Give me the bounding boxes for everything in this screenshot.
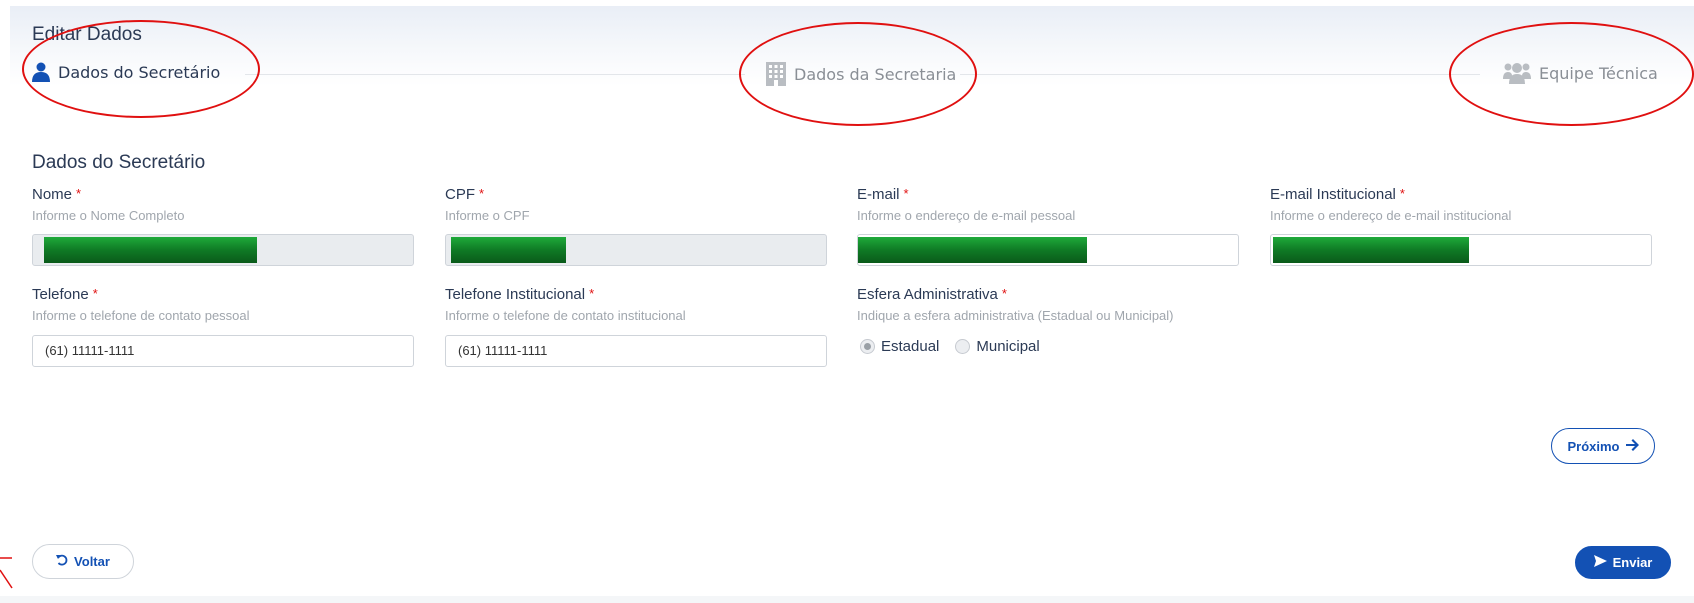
step-label: Dados do Secretário <box>58 62 221 82</box>
annotation-corner-mark <box>0 557 13 589</box>
telefone-input[interactable]: (61) 11111-1111 <box>32 335 414 367</box>
users-icon <box>1503 62 1531 84</box>
email-input[interactable] <box>857 234 1239 266</box>
field-email: E-mail * Informe o endereço de e-mail pes… <box>857 186 1239 266</box>
radio-label-municipal[interactable]: Municipal <box>976 338 1039 355</box>
user-icon <box>32 62 50 82</box>
submit-button[interactable]: Enviar <box>1575 546 1671 579</box>
back-button-label: Voltar <box>74 554 110 569</box>
field-label: E-mail * <box>857 186 909 203</box>
telefone-institucional-input[interactable]: (61) 11111-1111 <box>445 335 827 367</box>
bottom-strip <box>0 596 1694 603</box>
required-mark: * <box>92 286 98 301</box>
field-nome: Nome * Informe o Nome Completo <box>32 186 414 266</box>
required-mark: * <box>76 186 82 201</box>
undo-icon <box>56 554 68 569</box>
field-hint: Informe o endereço de e-mail institucion… <box>1270 208 1512 223</box>
redaction-bar <box>451 237 566 263</box>
page-title: Editar Dados <box>32 24 142 45</box>
field-hint: Informe o Nome Completo <box>32 208 185 223</box>
next-button-label: Próximo <box>1567 438 1620 454</box>
required-mark: * <box>1399 186 1405 201</box>
field-hint: Informe o endereço de e-mail pessoal <box>857 208 1076 223</box>
stepper-line-2 <box>960 74 1480 75</box>
step-equipe-tecnica[interactable]: Equipe Técnica <box>1503 62 1658 84</box>
field-hint: Informe o telefone de contato pessoal <box>32 308 250 323</box>
field-label: CPF * <box>445 186 485 203</box>
redaction-bar <box>44 237 257 263</box>
field-label: Telefone Institucional * <box>445 286 595 303</box>
field-esfera-administrativa: Esfera Administrativa * Indique a esfera … <box>857 286 1277 324</box>
edit-data-page: Editar Dados Dados do Secretário Dados d… <box>0 0 1694 603</box>
required-mark: * <box>589 286 595 301</box>
field-hint: Informe o CPF <box>445 208 530 223</box>
radio-label-estadual[interactable]: Estadual <box>881 338 939 355</box>
step-dados-secretario[interactable]: Dados do Secretário <box>32 62 220 82</box>
esfera-radio-group: Estadual Municipal <box>860 338 1050 355</box>
step-label: Equipe Técnica <box>1539 63 1658 83</box>
submit-button-label: Enviar <box>1612 555 1653 570</box>
radio-municipal[interactable] <box>955 339 971 354</box>
radio-selected-dot <box>864 343 871 350</box>
radio-estadual[interactable] <box>860 339 875 354</box>
redaction-bar <box>1273 237 1469 263</box>
stepper-line-1 <box>245 74 745 75</box>
required-mark: * <box>903 186 909 201</box>
field-label: Esfera Administrativa * <box>857 286 1007 303</box>
step-dados-secretaria[interactable]: Dados da Secretaria <box>766 62 956 86</box>
email-institucional-input[interactable] <box>1270 234 1652 266</box>
field-label: Nome * <box>32 186 82 203</box>
field-hint: Informe o telefone de contato institucio… <box>445 308 686 323</box>
step-label: Dados da Secretaria <box>794 64 957 84</box>
nome-input[interactable] <box>32 234 414 266</box>
required-mark: * <box>479 186 485 201</box>
field-label: E-mail Institucional * <box>1270 186 1405 203</box>
field-hint: Indique a esfera administrativa (Estadua… <box>857 308 1174 323</box>
back-button[interactable]: Voltar <box>32 544 134 579</box>
field-label: Telefone * <box>32 286 98 303</box>
field-telefone-institucional: Telefone Institucional * Informe o telefo… <box>445 286 827 367</box>
building-icon <box>766 62 786 86</box>
arrow-right-icon <box>1625 438 1639 454</box>
required-mark: * <box>1001 286 1007 301</box>
redaction-bar <box>858 237 1087 263</box>
field-cpf: CPF * Informe o CPF <box>445 186 827 266</box>
section-title: Dados do Secretário <box>32 152 206 173</box>
field-telefone: Telefone * Informe o telefone de contato … <box>32 286 414 367</box>
send-icon <box>1593 555 1607 570</box>
cpf-input[interactable] <box>445 234 827 266</box>
field-email-institucional: E-mail Institucional * Informe o endereço… <box>1270 186 1652 266</box>
next-button[interactable]: Próximo <box>1551 428 1655 464</box>
